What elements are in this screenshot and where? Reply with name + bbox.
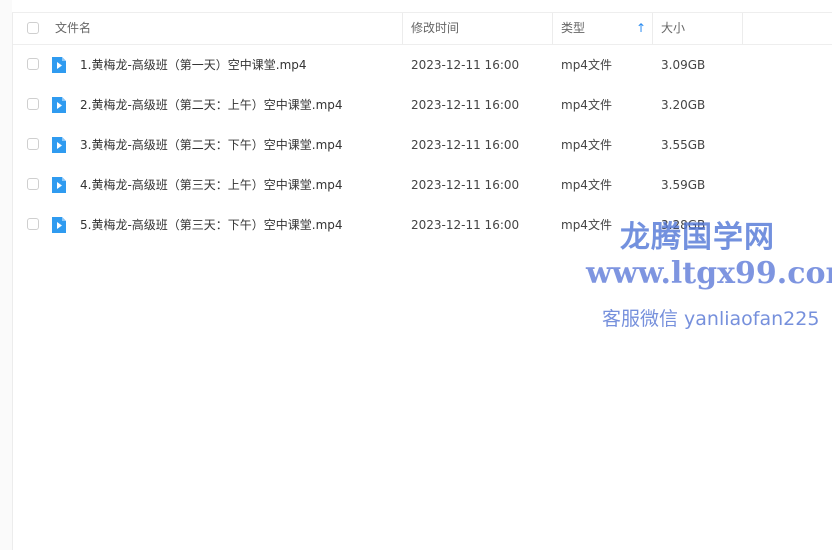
watermark-url: www.ltgx99.com: [586, 256, 832, 291]
row-checkbox[interactable]: [27, 218, 39, 230]
file-table: 文件名 修改时间 类型 ↑ 大小 1.黄梅龙-高级班（第一天）空中课堂.mp4 …: [13, 13, 832, 245]
file-name[interactable]: 3.黄梅龙-高级班（第二天：下午）空中课堂.mp4: [80, 125, 343, 165]
file-type: mp4文件: [561, 98, 612, 112]
video-file-icon: [52, 217, 66, 233]
watermark-contact: 客服微信 yanliaofan225: [602, 308, 820, 330]
file-modified-time: 2023-12-11 16:00: [411, 98, 520, 112]
column-header-modified-label: 修改时间: [411, 21, 460, 35]
file-type: mp4文件: [561, 58, 612, 72]
file-size: 3.59GB: [661, 178, 706, 192]
top-toolbar-strip: [12, 0, 832, 13]
file-size: 3.20GB: [661, 98, 706, 112]
table-row[interactable]: 4.黄梅龙-高级班（第三天：上午）空中课堂.mp4 2023-12-11 16:…: [13, 165, 832, 205]
watermark-site-name: 龙腾国学网: [620, 220, 775, 255]
column-header-name-label: 文件名: [55, 21, 92, 35]
file-modified-time: 2023-12-11 16:00: [411, 178, 520, 192]
file-name[interactable]: 4.黄梅龙-高级班（第三天：上午）空中课堂.mp4: [80, 165, 343, 205]
file-modified-time: 2023-12-11 16:00: [411, 138, 520, 152]
file-size: 3.55GB: [661, 138, 706, 152]
select-all-checkbox[interactable]: [27, 22, 39, 34]
file-name[interactable]: 5.黄梅龙-高级班（第三天：下午）空中课堂.mp4: [80, 205, 343, 245]
video-file-icon: [52, 177, 66, 193]
file-type: mp4文件: [561, 178, 612, 192]
file-type: mp4文件: [561, 138, 612, 152]
column-header-name[interactable]: 文件名: [53, 13, 403, 44]
table-row[interactable]: 1.黄梅龙-高级班（第一天）空中课堂.mp4 2023-12-11 16:00 …: [13, 45, 832, 85]
row-checkbox[interactable]: [27, 138, 39, 150]
row-checkbox[interactable]: [27, 178, 39, 190]
table-header: 文件名 修改时间 类型 ↑ 大小: [13, 13, 832, 45]
file-name[interactable]: 1.黄梅龙-高级班（第一天）空中课堂.mp4: [80, 45, 307, 85]
table-row[interactable]: 2.黄梅龙-高级班（第二天：上午）空中课堂.mp4 2023-12-11 16:…: [13, 85, 832, 125]
left-rail: [0, 0, 13, 550]
column-header-modified[interactable]: 修改时间: [403, 13, 553, 44]
row-checkbox[interactable]: [27, 58, 39, 70]
file-name[interactable]: 2.黄梅龙-高级班（第二天：上午）空中课堂.mp4: [80, 85, 343, 125]
table-row[interactable]: 3.黄梅龙-高级班（第二天：下午）空中课堂.mp4 2023-12-11 16:…: [13, 125, 832, 165]
column-header-size[interactable]: 大小: [653, 13, 743, 44]
file-modified-time: 2023-12-11 16:00: [411, 58, 520, 72]
column-header-type[interactable]: 类型 ↑: [553, 13, 653, 44]
header-checkbox-cell: [13, 13, 53, 44]
row-checkbox[interactable]: [27, 98, 39, 110]
video-file-icon: [52, 97, 66, 113]
video-file-icon: [52, 57, 66, 73]
sort-ascending-icon[interactable]: ↑: [636, 13, 646, 44]
column-header-type-label: 类型: [561, 21, 586, 35]
column-header-size-label: 大小: [661, 21, 686, 35]
file-modified-time: 2023-12-11 16:00: [411, 218, 520, 232]
file-size: 3.09GB: [661, 58, 706, 72]
file-type: mp4文件: [561, 218, 612, 232]
video-file-icon: [52, 137, 66, 153]
